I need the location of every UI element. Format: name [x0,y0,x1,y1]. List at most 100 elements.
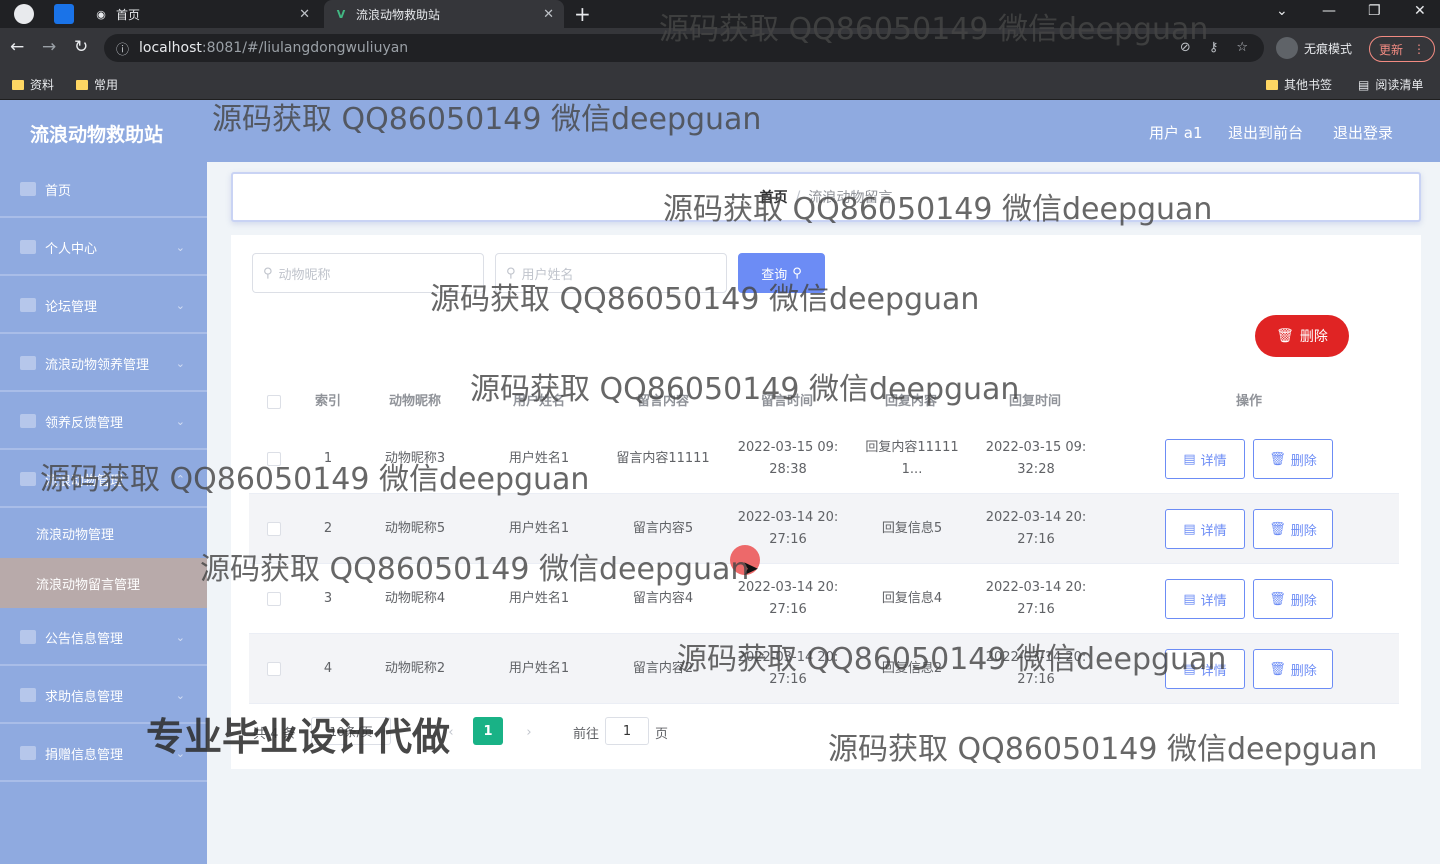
goto-page-input[interactable]: 1 [605,717,649,745]
url-host: localhost [139,40,202,56]
bookmark-folder[interactable]: 资料 [12,76,54,93]
row-check-cell [259,564,289,633]
query-label: 查询 [761,267,788,283]
cell-reply-time: 2022-03-14 20: 27:16 [981,494,1091,563]
bookmark-label: 资料 [30,78,55,92]
row-check-cell [259,494,289,563]
sidebar-item-adoption[interactable]: 流浪动物领养管理 ⌄ [0,336,207,392]
browser-tab-active[interactable]: V 流浪动物救助站 ✕ [324,0,564,28]
row-check-cell [259,424,289,493]
time-line1: 2022-03-15 09: [737,439,839,455]
detail-label: 详情 [1200,453,1227,469]
detail-button[interactable]: ▤ 详情 [1165,509,1245,549]
new-tab-icon[interactable]: + [574,2,591,26]
star-icon[interactable]: ☆ [1236,40,1248,55]
sidebar-subitem-animal-manage[interactable]: 流浪动物管理 [0,508,207,558]
minimize-icon[interactable]: — [1322,3,1336,19]
sidebar-item-forum[interactable]: 论坛管理 ⌄ [0,278,207,334]
app-header: 流浪动物救助站 用户 a1 退出到前台 退出登录 [0,100,1440,162]
update-button[interactable]: 更新 ⋮ [1369,36,1435,62]
header-content: 留言内容 [636,394,689,409]
tab-close-icon[interactable]: ✕ [299,7,310,22]
user-name-search-input[interactable]: ⚲ 用户姓名 [495,253,727,293]
row-checkbox[interactable] [267,661,281,676]
cell-user: 用户姓名1 [508,660,570,676]
pagination-total: 共 4 条 [253,727,296,742]
row-checkbox[interactable] [267,591,281,606]
sidebar-subitem-animal-messages[interactable]: 流浪动物留言管理 [0,558,207,608]
chevron-down-icon: ⌄ [175,356,185,370]
tab-search-icon[interactable]: ⌄ [1276,3,1288,19]
next-page-icon[interactable]: › [515,718,543,746]
sidebar-item-feedback[interactable]: 领养反馈管理 ⌄ [0,394,207,450]
sidebar-item-profile[interactable]: 个人中心 ⌄ [0,220,207,276]
address-bar[interactable]: ⓘ localhost:8081/#/liulangdongwuliuyan ⊘… [104,34,1264,62]
other-bookmarks-label: 其他书签 [1284,78,1333,92]
detail-button[interactable]: ▤ 详情 [1165,579,1245,619]
select-all-checkbox[interactable] [267,395,281,409]
other-bookmarks[interactable]: 其他书签 [1266,76,1332,93]
row-delete-button[interactable]: 🗑 删除 [1253,649,1333,689]
search-placeholder: 用户姓名 [521,267,574,283]
row-delete-button[interactable]: 🗑 删除 [1253,439,1333,479]
animal-name-search-input[interactable]: ⚲ 动物昵称 [252,253,484,293]
detail-button[interactable]: ▤ 详情 [1165,439,1245,479]
cell-reply: 回复信息4 [881,590,943,606]
prev-page-icon[interactable]: ‹ [437,718,465,746]
help-icon [20,688,36,702]
search-placeholder: 动物昵称 [278,267,331,283]
query-button[interactable]: 查询 ⚲ [738,253,825,293]
search-icon: ⚲ [263,265,273,281]
app-title: 流浪动物救助站 [30,124,164,146]
reply-line2: 1... [901,461,923,477]
key-icon[interactable]: ⚷ [1209,40,1219,55]
cell-content: 留言内容2 [632,660,694,676]
more-menu-icon[interactable]: ⋮ [1413,42,1425,56]
sidebar-item-label: 领养反馈管理 [45,415,124,431]
logout-link[interactable]: 退出登录 [1333,122,1393,143]
browser-profile-icon[interactable] [14,4,34,24]
vue-logo-icon: V [336,7,346,21]
back-icon[interactable]: ← [10,37,24,57]
breadcrumb-home[interactable]: 首页 [760,187,788,207]
globe-icon: ◉ [96,7,106,21]
browser-tab-home[interactable]: ◉ 首页 ✕ [84,0,320,28]
cell-reply-time: 2022-03-15 09: 32:28 [981,424,1091,493]
page-size-select[interactable]: 10条/页 [311,717,391,745]
rtime-line1: 2022-03-14 20: [985,579,1087,595]
rtime-line1: 2022-03-14 20: [985,649,1087,665]
reading-list[interactable]: ▤ 阅读清单 [1358,76,1423,93]
tab-close-icon[interactable]: ✕ [543,7,554,22]
detail-icon: ▤ [1183,521,1196,537]
window-close-icon[interactable]: ✕ [1414,3,1426,19]
row-checkbox[interactable] [267,521,281,536]
user-label: 用户 a1 [1149,124,1203,142]
row-delete-button[interactable]: 🗑 删除 [1253,579,1333,619]
extension-icon[interactable] [54,4,74,24]
sidebar-item-donation[interactable]: 捐赠信息管理 ⌄ [0,726,207,782]
sidebar-item-home[interactable]: 首页 [0,162,207,218]
chevron-up-icon: ⌃ [175,472,185,486]
cell-animal: 动物昵称4 [384,590,446,606]
reading-list-label: 阅读清单 [1375,78,1424,92]
sidebar-item-animals[interactable]: 流浪动物管理 ⌃ [0,452,207,508]
forward-icon[interactable]: → [42,37,56,57]
row-delete-button[interactable]: 🗑 删除 [1253,509,1333,549]
bookmark-folder[interactable]: 常用 [76,76,118,93]
site-info-icon[interactable]: ⓘ [116,39,129,58]
page-number-current[interactable]: 1 [473,717,503,745]
tab-title: 首页 [116,7,141,22]
flag-icon [20,356,36,370]
detail-button[interactable]: ▤ 详情 [1165,649,1245,689]
incognito-indicator[interactable]: 无痕模式 [1276,37,1352,59]
sidebar-item-help[interactable]: 求助信息管理 ⌄ [0,668,207,724]
row-checkbox[interactable] [267,451,281,466]
maximize-icon[interactable]: ❐ [1368,3,1381,19]
sidebar-item-notice[interactable]: 公告信息管理 ⌄ [0,610,207,666]
reload-icon[interactable]: ↻ [74,37,88,57]
batch-delete-button[interactable]: 🗑 删除 [1255,315,1349,357]
back-to-front-link[interactable]: 退出到前台 [1228,122,1303,143]
delete-label: 删除 [1299,329,1328,345]
cell-content: 留言内容4 [632,590,694,606]
popup-blocked-icon[interactable]: ⊘ [1180,40,1191,55]
